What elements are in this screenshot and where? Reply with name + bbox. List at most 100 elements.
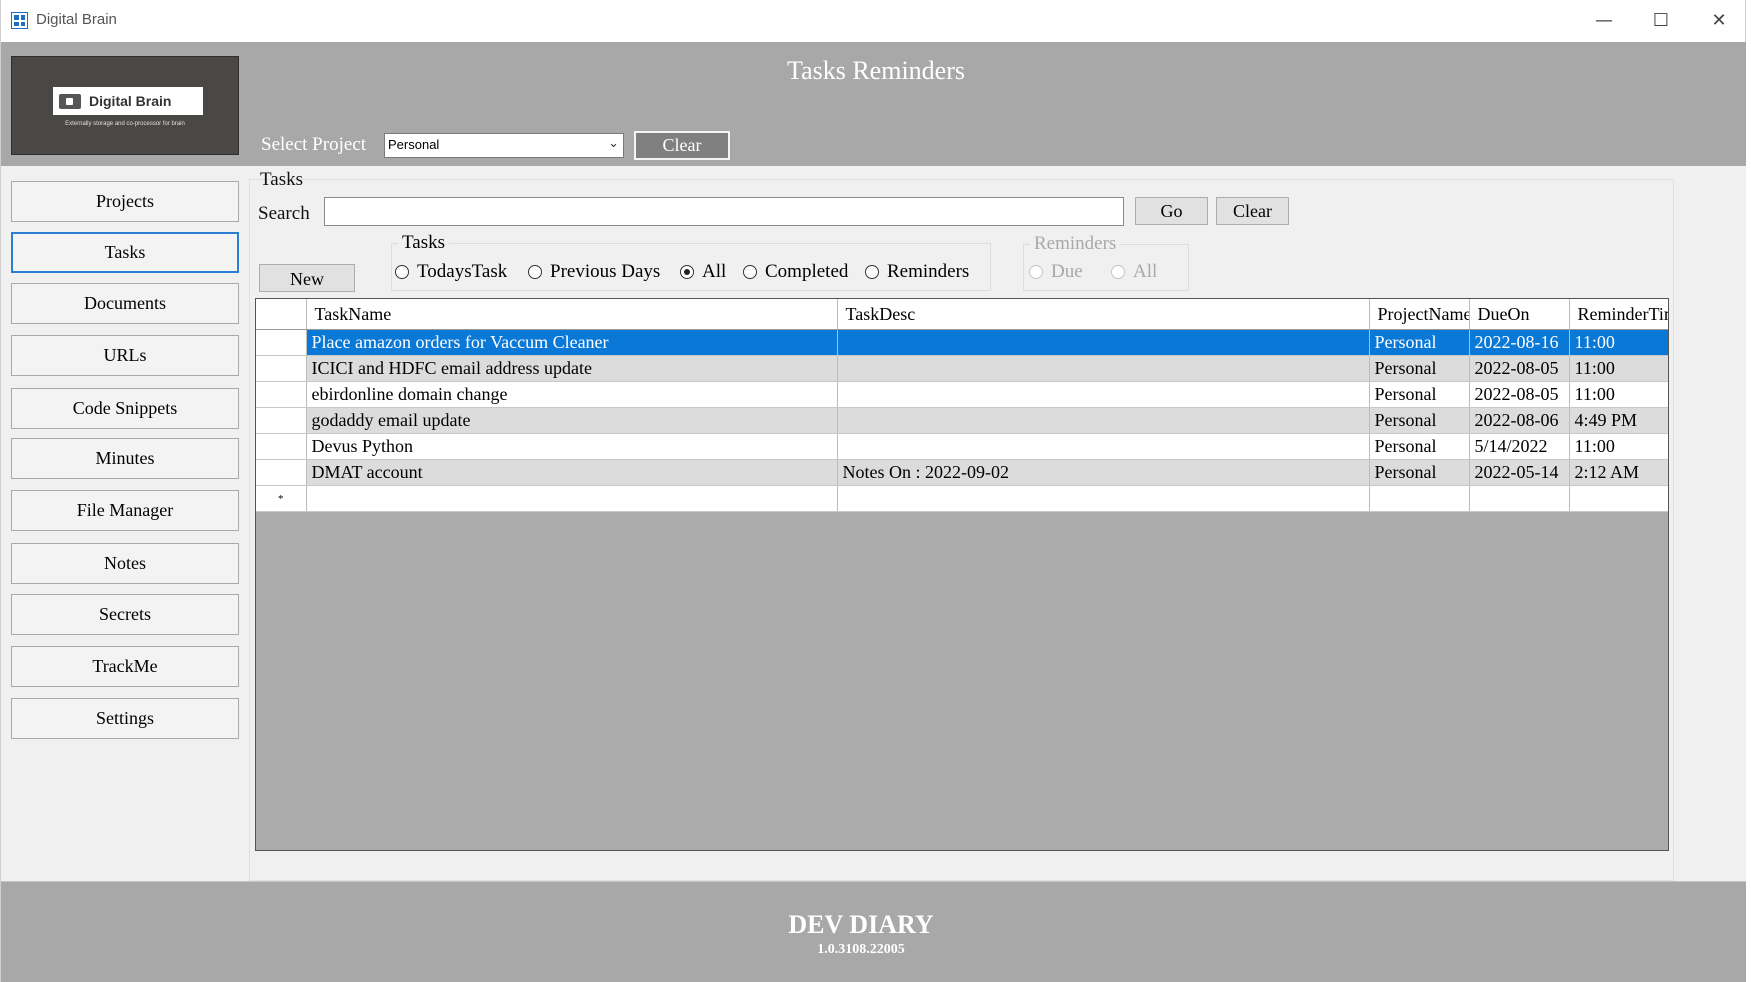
cell-taskdesc[interactable] <box>837 407 1370 434</box>
column-header-dueon[interactable]: DueOn <box>1469 299 1570 330</box>
cell-projectname[interactable] <box>1369 485 1470 512</box>
cell-taskdesc[interactable]: Notes On : 2022-09-02 <box>837 459 1370 486</box>
close-button[interactable]: ✕ <box>1691 6 1747 36</box>
cell-remindertime[interactable] <box>1569 485 1668 512</box>
nav-urls[interactable]: URLs <box>11 335 239 376</box>
cell-taskdesc[interactable] <box>837 381 1370 408</box>
task-filter-title: Tasks <box>398 232 450 254</box>
cell-dueon[interactable] <box>1469 485 1570 512</box>
radio-icon <box>865 265 879 279</box>
table-row[interactable]: DMAT account Notes On : 2022-09-02 Perso… <box>256 459 1668 486</box>
cell-taskdesc[interactable] <box>837 355 1370 382</box>
nav-settings[interactable]: Settings <box>11 698 239 739</box>
cell-taskdesc[interactable] <box>837 433 1370 460</box>
column-header-remindertime[interactable]: ReminderTime <box>1569 299 1668 330</box>
cell-taskname[interactable]: ebirdonline domain change <box>306 381 838 408</box>
header: Digital Brain Externally storage and co-… <box>1 42 1746 166</box>
row-header <box>256 433 307 460</box>
filter-label: Completed <box>765 261 849 282</box>
radio-icon <box>743 265 757 279</box>
nav-tasks[interactable]: Tasks <box>11 232 239 273</box>
cell-remindertime[interactable]: 2:12 AM <box>1569 459 1668 486</box>
row-header <box>256 407 307 434</box>
title-bar: Digital Brain — ☐ ✕ <box>1 0 1745 43</box>
filter-todays-task[interactable]: TodaysTask <box>395 261 507 283</box>
nav-documents[interactable]: Documents <box>11 283 239 324</box>
filter-label: Previous Days <box>550 261 661 282</box>
column-header-taskname[interactable]: TaskName <box>306 299 838 330</box>
search-input[interactable] <box>324 197 1124 226</box>
nav-trackme[interactable]: TrackMe <box>11 646 239 687</box>
filter-reminders[interactable]: Reminders <box>865 261 969 283</box>
cell-taskname[interactable]: ICICI and HDFC email address update <box>306 355 838 382</box>
filter-label: TodaysTask <box>417 261 508 282</box>
cell-remindertime[interactable]: 4:49 PM <box>1569 407 1668 434</box>
cell-taskname[interactable]: godaddy email update <box>306 407 838 434</box>
tasks-table: TaskName TaskDesc ProjectName DueOn Remi… <box>256 299 1668 512</box>
table-row[interactable]: ▸ Place amazon orders for Vaccum Cleaner… <box>256 329 1668 356</box>
table-row[interactable]: ebirdonline domain change Personal 2022-… <box>256 381 1668 408</box>
sidebar: Projects Tasks Documents URLs Code Snipp… <box>1 166 246 881</box>
cell-dueon[interactable]: 5/14/2022 <box>1469 433 1570 460</box>
table-row[interactable]: godaddy email update Personal 2022-08-06… <box>256 407 1668 434</box>
row-pointer-icon: ▸ <box>256 329 307 356</box>
maximize-button[interactable]: ☐ <box>1633 6 1689 36</box>
new-task-button[interactable]: New <box>259 264 355 292</box>
cell-remindertime[interactable]: 11:00 <box>1569 355 1668 382</box>
radio-icon <box>528 265 542 279</box>
cell-dueon[interactable]: 2022-08-05 <box>1469 381 1570 408</box>
window-title: Digital Brain <box>36 11 117 28</box>
column-header-projectname[interactable]: ProjectName <box>1369 299 1470 330</box>
logo-tagline: Externally storage and co-processor for … <box>65 121 185 127</box>
nav-projects[interactable]: Projects <box>11 181 239 222</box>
app-icon <box>11 12 28 29</box>
table-row[interactable]: Devus Python Personal 5/14/2022 11:00 <box>256 433 1668 460</box>
clear-project-button[interactable]: Clear <box>634 131 730 160</box>
radio-icon <box>1029 265 1043 279</box>
cell-taskname[interactable]: Place amazon orders for Vaccum Cleaner <box>306 329 838 356</box>
tasks-grid[interactable]: TaskName TaskDesc ProjectName DueOn Remi… <box>255 298 1669 851</box>
column-header-taskdesc[interactable]: TaskDesc <box>837 299 1370 330</box>
reminder-filter-all[interactable]: All <box>1111 261 1157 283</box>
cell-remindertime[interactable]: 11:00 <box>1569 381 1668 408</box>
cell-projectname[interactable]: Personal <box>1369 407 1470 434</box>
cell-projectname[interactable]: Personal <box>1369 355 1470 382</box>
cell-taskdesc[interactable] <box>837 329 1370 356</box>
filter-completed[interactable]: Completed <box>743 261 848 283</box>
cell-projectname[interactable]: Personal <box>1369 381 1470 408</box>
cell-taskdesc[interactable] <box>837 485 1370 512</box>
cell-dueon[interactable]: 2022-05-14 <box>1469 459 1570 486</box>
cell-taskname[interactable] <box>306 485 838 512</box>
nav-file-manager[interactable]: File Manager <box>11 490 239 531</box>
search-label: Search <box>258 203 310 224</box>
new-table-row[interactable]: * <box>256 485 1668 512</box>
table-row[interactable]: ICICI and HDFC email address update Pers… <box>256 355 1668 382</box>
cell-dueon[interactable]: 2022-08-05 <box>1469 355 1570 382</box>
new-row-icon: * <box>256 485 307 512</box>
page-title: Tasks Reminders <box>787 56 965 85</box>
minimize-button[interactable]: — <box>1576 6 1632 36</box>
row-header <box>256 381 307 408</box>
filter-previous-days[interactable]: Previous Days <box>528 261 660 283</box>
filter-label: All <box>702 261 727 282</box>
cell-dueon[interactable]: 2022-08-16 <box>1469 329 1570 356</box>
cell-remindertime[interactable]: 11:00 <box>1569 433 1668 460</box>
cell-projectname[interactable]: Personal <box>1369 329 1470 356</box>
nav-minutes[interactable]: Minutes <box>11 438 239 479</box>
cell-projectname[interactable]: Personal <box>1369 433 1470 460</box>
row-header <box>256 355 307 382</box>
row-header-corner <box>256 299 307 330</box>
cell-taskname[interactable]: DMAT account <box>306 459 838 486</box>
nav-code-snippets[interactable]: Code Snippets <box>11 388 239 429</box>
cell-remindertime[interactable]: 11:00 <box>1569 329 1668 356</box>
nav-secrets[interactable]: Secrets <box>11 594 239 635</box>
project-select[interactable]: Personal ⌄ <box>384 133 624 158</box>
reminder-filter-due[interactable]: Due <box>1029 261 1083 283</box>
cell-dueon[interactable]: 2022-08-06 <box>1469 407 1570 434</box>
filter-all[interactable]: All <box>680 261 726 283</box>
cell-taskname[interactable]: Devus Python <box>306 433 838 460</box>
cell-projectname[interactable]: Personal <box>1369 459 1470 486</box>
clear-search-button[interactable]: Clear <box>1216 197 1289 225</box>
nav-notes[interactable]: Notes <box>11 543 239 584</box>
go-button[interactable]: Go <box>1135 197 1208 225</box>
